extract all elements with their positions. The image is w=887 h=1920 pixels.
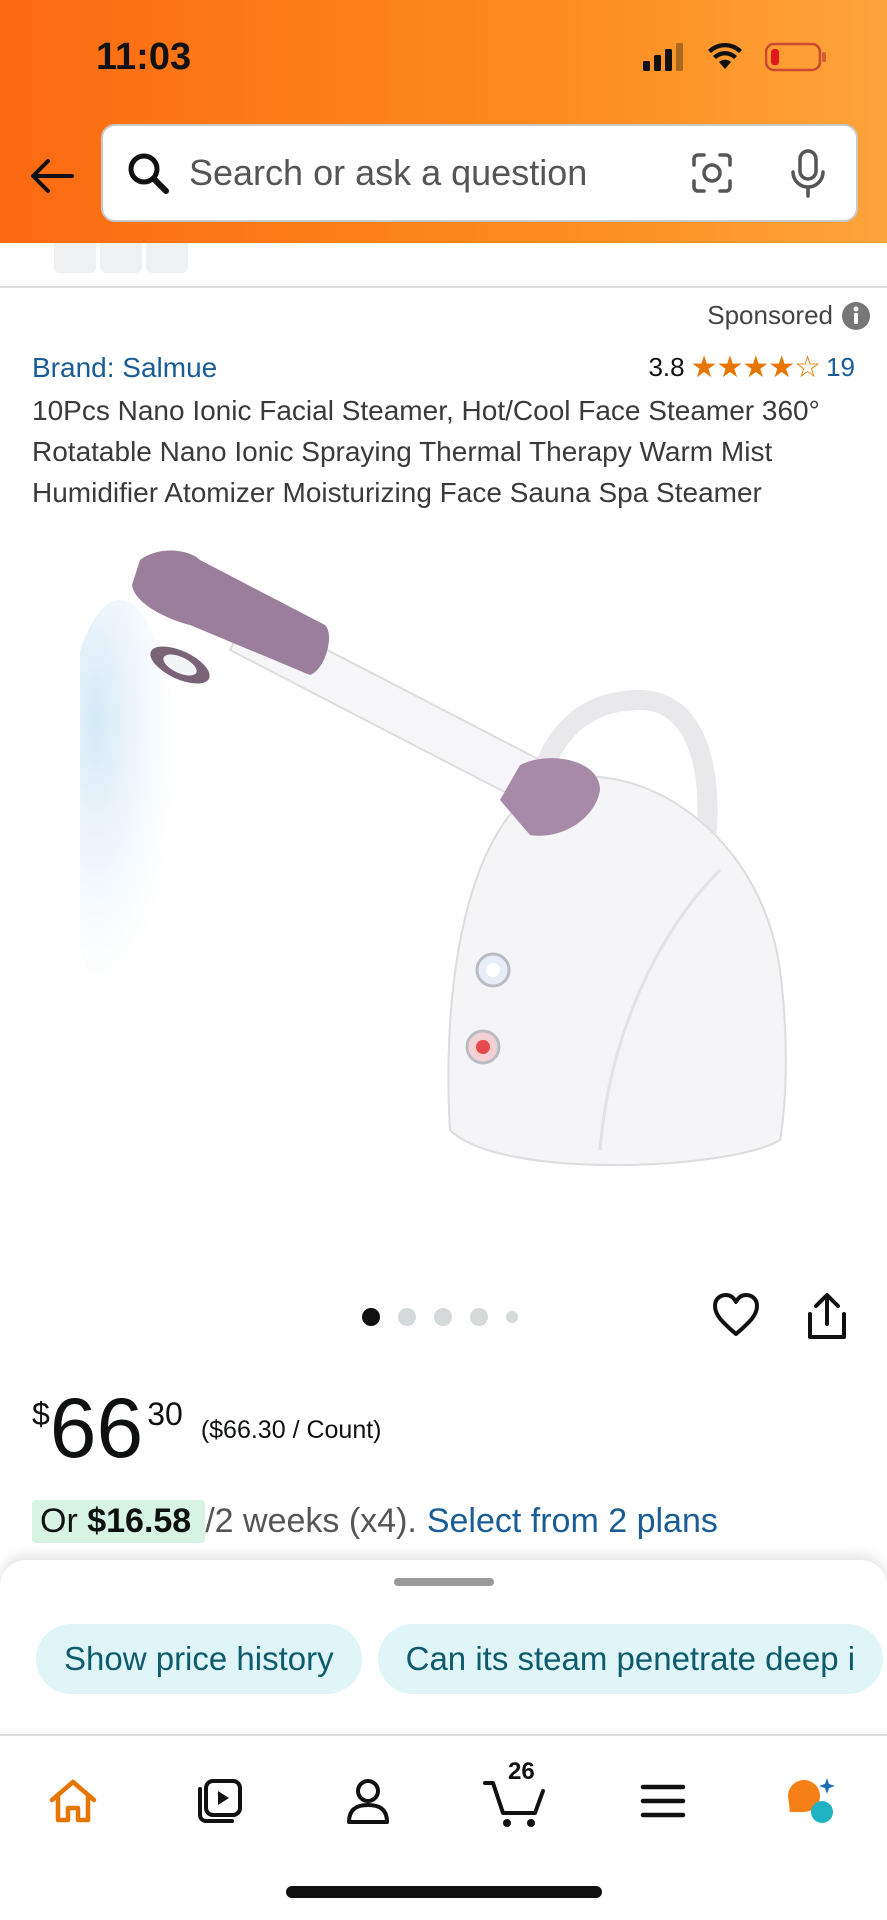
installment-prefix: Or <box>40 1502 88 1540</box>
rating-count[interactable]: 19 <box>826 352 855 383</box>
cart-count: 26 <box>508 1758 535 1785</box>
sponsored-label[interactable]: Sponsored <box>707 300 871 331</box>
back-arrow-icon <box>31 159 74 193</box>
rating[interactable]: 3.8 ★★★★☆ 19 <box>648 350 855 385</box>
nav-account[interactable] <box>333 1766 403 1836</box>
nav-menu[interactable] <box>628 1766 698 1836</box>
header: 11:03 <box>0 0 887 243</box>
wishlist-button[interactable] <box>712 1292 760 1345</box>
pagination-dot[interactable] <box>470 1308 488 1326</box>
pagination-dot[interactable] <box>506 1311 518 1323</box>
back-button[interactable] <box>24 148 80 204</box>
suggestion-chip[interactable]: Can its steam penetrate deep i <box>377 1624 884 1694</box>
price: $ 66 30 ($66.30 / Count) <box>32 1386 382 1470</box>
rating-value: 3.8 <box>648 352 685 382</box>
installment-plan: Or $16.58 /2 weeks (x4). Select from 2 p… <box>32 1500 718 1543</box>
sheet-drag-handle[interactable] <box>394 1578 494 1586</box>
search-input[interactable] <box>189 152 669 194</box>
rating-stars: ★★★★☆ <box>690 351 821 384</box>
product-image[interactable] <box>80 550 800 1230</box>
nav-home[interactable] <box>38 1766 108 1836</box>
installment-amount: $16.58 <box>87 1502 192 1540</box>
signal-icon <box>643 43 683 71</box>
suggestion-chip[interactable]: Show price history <box>36 1624 362 1694</box>
price-fraction: 30 <box>147 1396 183 1432</box>
home-icon <box>49 1779 97 1823</box>
nav-rufus[interactable] <box>775 1766 845 1836</box>
nav-video[interactable] <box>185 1766 255 1836</box>
brand-link[interactable]: Brand: Salmue <box>32 352 217 384</box>
share-button[interactable] <box>806 1292 848 1347</box>
search-icon <box>128 153 169 194</box>
share-icon <box>808 1293 846 1339</box>
account-icon <box>347 1779 389 1824</box>
wifi-icon <box>708 43 742 69</box>
pagination-dot[interactable] <box>398 1308 416 1326</box>
price-whole: 66 <box>49 1381 144 1475</box>
unit-price: ($66.30 / Count) <box>200 1416 382 1444</box>
microphone-icon[interactable] <box>788 148 828 200</box>
status-time: 11:03 <box>96 36 192 78</box>
battery-icon <box>765 42 826 72</box>
search-bar[interactable] <box>101 124 858 222</box>
sponsored-text: Sponsored <box>707 300 833 330</box>
home-indicator[interactable] <box>286 1886 602 1898</box>
pagination-dot[interactable] <box>362 1308 380 1326</box>
installment-suffix: /2 weeks (x4). <box>205 1502 417 1540</box>
status-icons <box>643 42 827 72</box>
heart-icon <box>713 1293 759 1336</box>
installment-highlight: Or $16.58 <box>32 1500 206 1543</box>
image-pagination-dots[interactable] <box>362 1308 518 1326</box>
price-currency: $ <box>32 1396 50 1432</box>
pagination-dot[interactable] <box>434 1308 452 1326</box>
video-icon <box>198 1779 242 1823</box>
previous-item-thumbnail <box>54 243 188 273</box>
rufus-suggestions-sheet[interactable]: Show price history Can its steam penetra… <box>0 1560 887 1735</box>
camera-search-icon[interactable] <box>690 151 734 195</box>
previous-item-strip <box>0 243 887 288</box>
rufus-icon <box>788 1778 835 1823</box>
menu-icon <box>640 1784 686 1818</box>
product-title[interactable]: 10Pcs Nano Ionic Facial Steamer, Hot/Coo… <box>32 390 862 513</box>
select-plans-link[interactable]: Select from 2 plans <box>427 1502 718 1541</box>
info-icon[interactable] <box>841 301 871 331</box>
suggestion-chips: Show price history Can its steam penetra… <box>36 1624 884 1694</box>
